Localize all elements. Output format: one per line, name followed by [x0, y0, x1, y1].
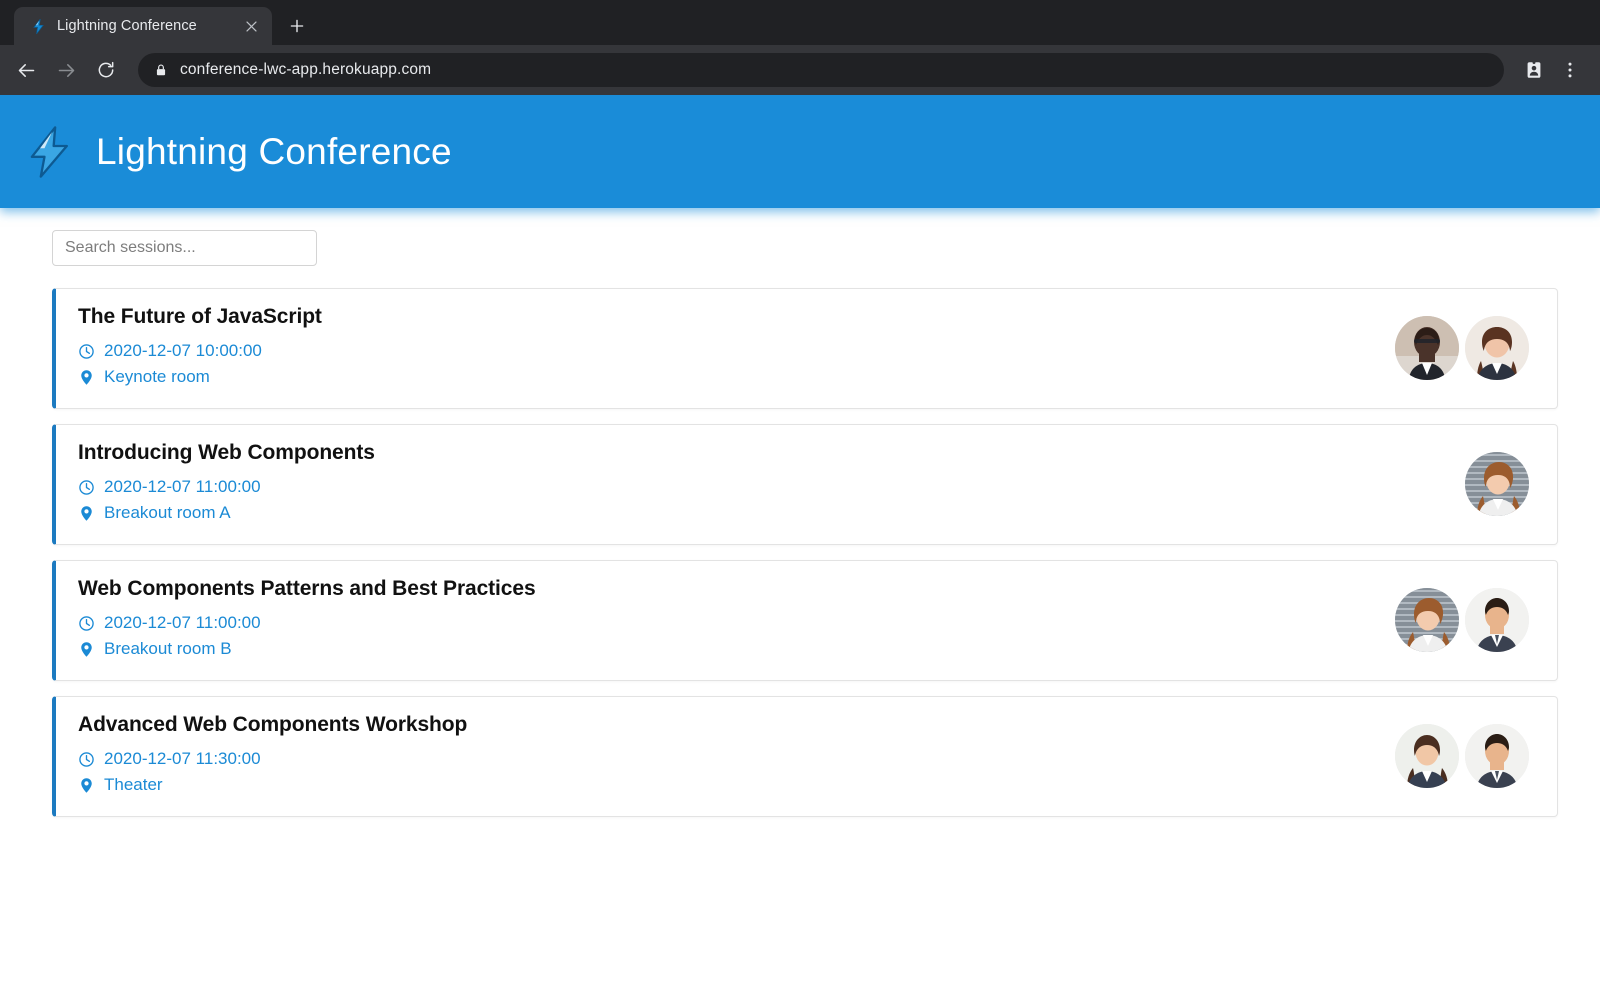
map-pin-icon	[78, 369, 95, 386]
session-info: The Future of JavaScript 2020-12-07 10:0…	[78, 305, 322, 390]
lightning-bolt-icon	[26, 125, 72, 178]
page-title: Lightning Conference	[96, 130, 452, 172]
session-info: Advanced Web Components Workshop 2020-12…	[78, 713, 467, 798]
clock-icon	[78, 343, 95, 360]
new-tab-button[interactable]	[280, 9, 314, 43]
avatar[interactable]	[1465, 587, 1529, 652]
map-pin-icon	[78, 777, 95, 794]
back-arrow-icon[interactable]	[8, 52, 44, 88]
reload-icon[interactable]	[88, 52, 124, 88]
tab-strip: Lightning Conference	[0, 0, 1600, 45]
session-location-row: Breakout room A	[78, 500, 375, 526]
url-text: conference-lwc-app.herokuapp.com	[180, 61, 432, 78]
session-title: Advanced Web Components Workshop	[78, 713, 468, 736]
session-time: 2020-12-07 11:00:00	[104, 613, 261, 632]
map-pin-icon	[78, 641, 95, 658]
session-info: Introducing Web Components 2020-12-07 11…	[78, 441, 375, 526]
forward-arrow-icon[interactable]	[48, 52, 84, 88]
close-icon[interactable]	[240, 15, 262, 37]
avatar[interactable]	[1395, 315, 1459, 380]
avatar[interactable]	[1465, 451, 1529, 516]
speaker-avatars	[1395, 587, 1535, 652]
address-bar[interactable]: conference-lwc-app.herokuapp.com	[138, 53, 1504, 87]
session-title: The Future of JavaScript	[78, 305, 322, 328]
speaker-avatars	[1395, 315, 1535, 380]
session-card[interactable]: Introducing Web Components 2020-12-07 11…	[52, 424, 1558, 545]
session-location: Breakout room A	[104, 503, 231, 522]
browser-toolbar: conference-lwc-app.herokuapp.com	[0, 45, 1600, 95]
app-header: Lightning Conference	[0, 95, 1600, 208]
profile-badge-icon[interactable]	[1518, 54, 1550, 86]
speaker-avatars	[1465, 451, 1535, 516]
session-location-row: Theater	[78, 772, 467, 798]
session-location: Keynote room	[104, 367, 210, 386]
avatar[interactable]	[1465, 315, 1529, 380]
lightning-bolt-icon	[30, 18, 47, 35]
session-title: Web Components Patterns and Best Practic…	[78, 577, 536, 600]
session-location: Theater	[104, 775, 163, 794]
session-time: 2020-12-07 11:30:00	[104, 749, 261, 768]
session-time: 2020-12-07 10:00:00	[104, 341, 262, 360]
lock-icon	[154, 63, 168, 77]
session-location-row: Keynote room	[78, 364, 322, 390]
avatar[interactable]	[1395, 587, 1459, 652]
tab-title: Lightning Conference	[57, 18, 197, 34]
browser-window: Lightning Conference conference-lwc-app.…	[0, 0, 1600, 1000]
session-time: 2020-12-07 11:00:00	[104, 477, 261, 496]
session-location: Breakout room B	[104, 639, 232, 658]
browser-tab[interactable]: Lightning Conference	[14, 7, 272, 45]
session-list: The Future of JavaScript 2020-12-07 10:0…	[52, 288, 1558, 817]
session-location-row: Breakout room B	[78, 636, 536, 662]
session-time-row: 2020-12-07 10:00:00	[78, 338, 322, 364]
session-time-row: 2020-12-07 11:30:00	[78, 746, 467, 772]
avatar[interactable]	[1395, 723, 1459, 788]
three-dot-menu-icon[interactable]	[1554, 54, 1586, 86]
clock-icon	[78, 615, 95, 632]
clock-icon	[78, 751, 95, 768]
session-time-row: 2020-12-07 11:00:00	[78, 474, 375, 500]
session-card[interactable]: Web Components Patterns and Best Practic…	[52, 560, 1558, 681]
clock-icon	[78, 479, 95, 496]
map-pin-icon	[78, 505, 95, 522]
page-content: The Future of JavaScript 2020-12-07 10:0…	[0, 208, 1600, 817]
session-card[interactable]: Advanced Web Components Workshop 2020-12…	[52, 696, 1558, 817]
page-viewport: Lightning Conference The Future of JavaS…	[0, 95, 1600, 1000]
session-title: Introducing Web Components	[78, 441, 375, 464]
search-input[interactable]	[52, 230, 317, 266]
session-info: Web Components Patterns and Best Practic…	[78, 577, 536, 662]
session-time-row: 2020-12-07 11:00:00	[78, 610, 536, 636]
speaker-avatars	[1395, 723, 1535, 788]
avatar[interactable]	[1465, 723, 1529, 788]
session-card[interactable]: The Future of JavaScript 2020-12-07 10:0…	[52, 288, 1558, 409]
